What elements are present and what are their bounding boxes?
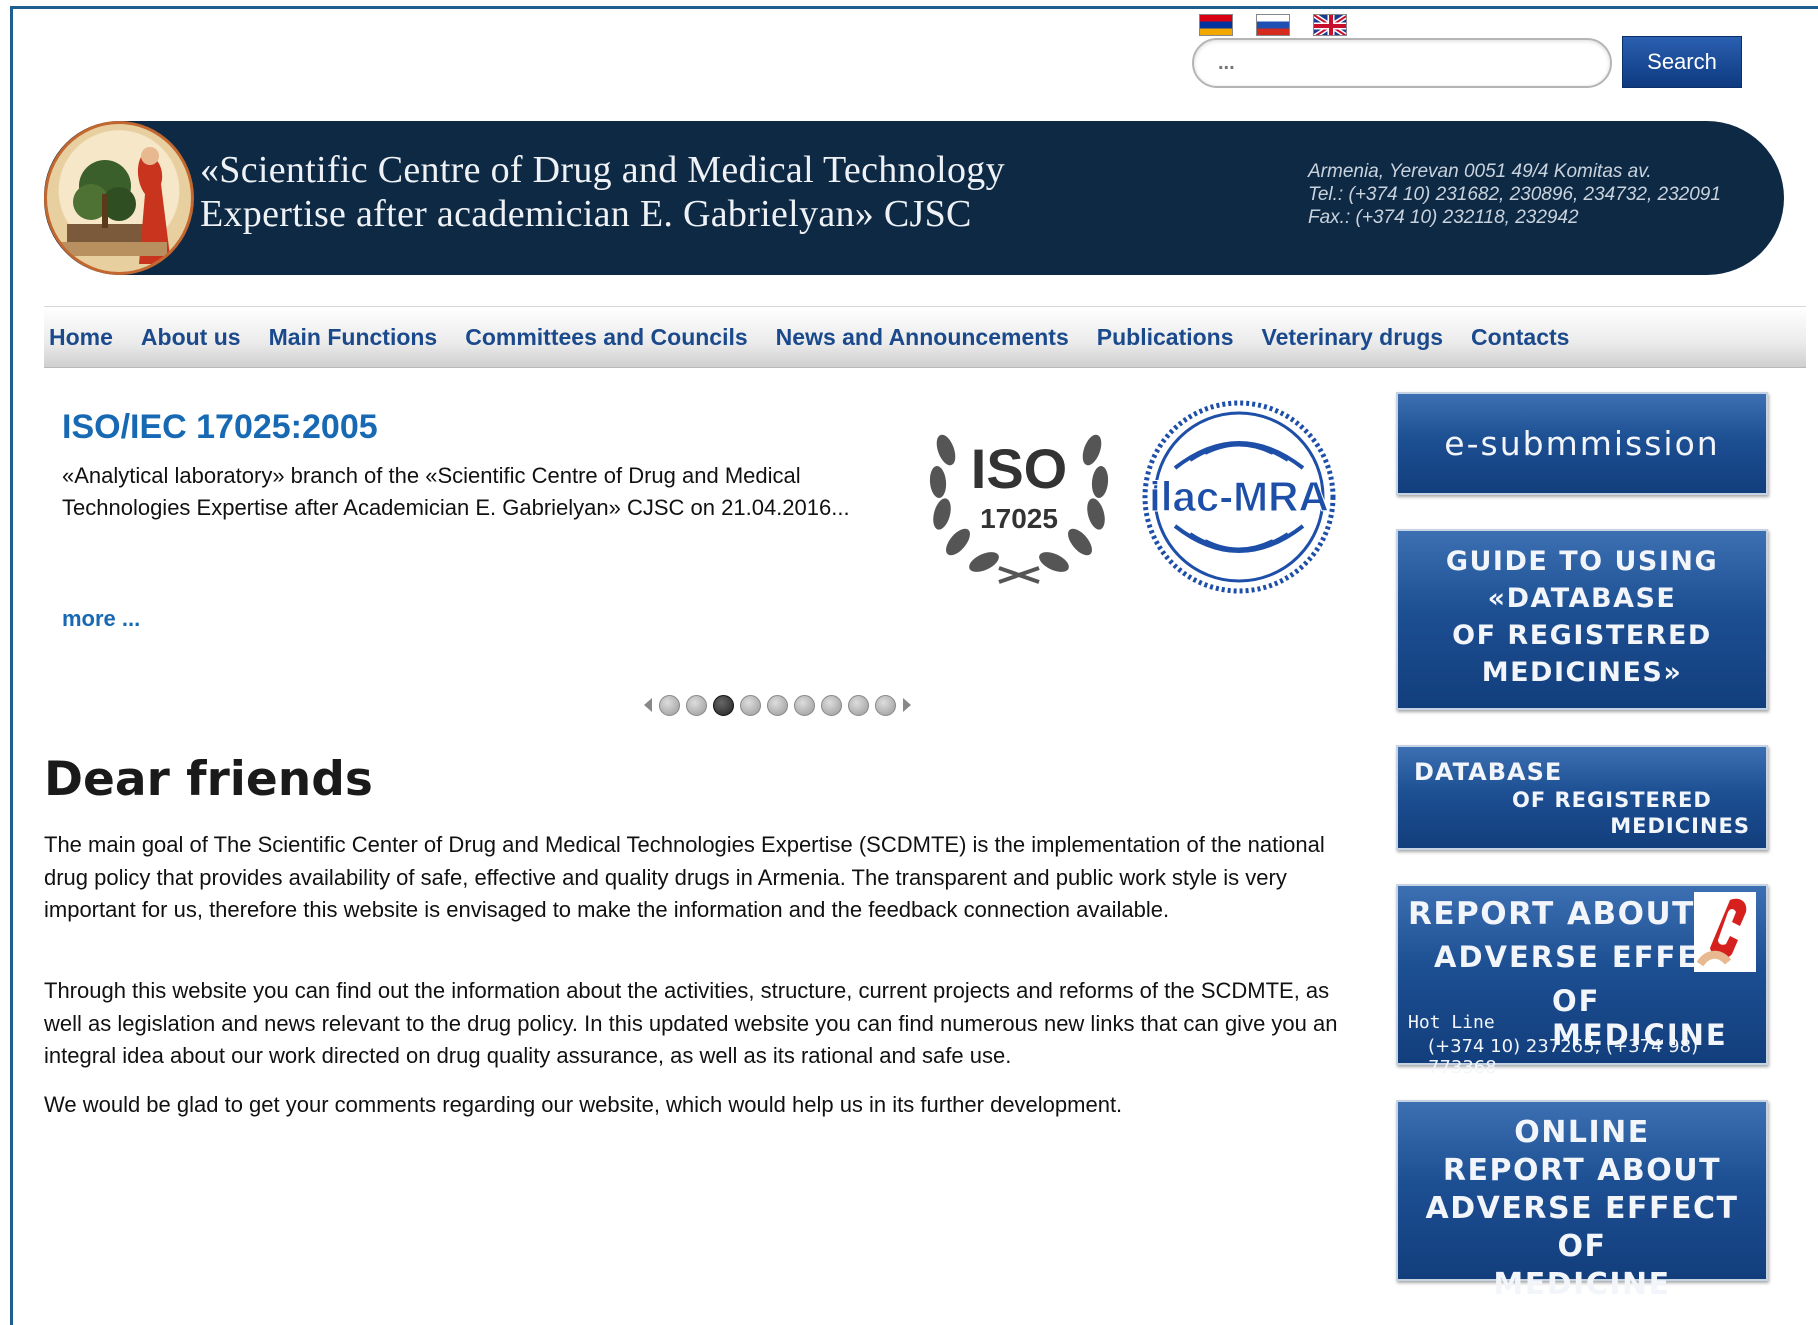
nav-item-home[interactable]: Home [49,324,113,351]
title-line-1: «Scientific Centre of Drug and Medical T… [200,149,1005,191]
tel-text: Tel.: (+374 10) 231682, 230896, 234732, … [1308,184,1721,205]
intro-paragraph-1: The main goal of The Scientific Center o… [44,832,1325,922]
slider-next-icon[interactable] [903,698,911,712]
online-line-3: ADVERSE EFFECT OF [1425,1191,1739,1264]
online-line-1: ONLINE [1514,1115,1650,1150]
contact-info: Armenia, Yerevan 0051 49/4 Komitas av. T… [1308,160,1721,229]
fax-text: Fax.: (+374 10) 232118, 232942 [1308,207,1579,228]
database-line-1: DATABASE [1414,758,1563,786]
hotline-numbers: (+374 10) 237265, (+374 98) 773368 [1428,1036,1699,1078]
guide-line-4: MEDICINES» [1481,657,1683,688]
iso-text: ISO [971,437,1067,500]
slider-dot-active[interactable] [713,694,734,716]
organization-title: «Scientific Centre of Drug and Medical T… [200,148,1005,236]
address-text: Armenia, Yerevan 0051 49/4 Komitas av. [1308,161,1652,182]
intro-paragraph-3: We would be glad to get your comments re… [44,1092,1123,1117]
title-line-2: Expertise after academician E. Gabrielya… [200,193,972,235]
search-input[interactable] [1192,38,1612,88]
phone-icon [1694,892,1756,972]
report-adverse-effect-button[interactable]: REPORT ABOUT ADVERSE EFFECT OF MEDICINE … [1396,884,1768,1078]
nav-item-veterinary-drugs[interactable]: Veterinary drugs [1262,324,1444,351]
slider-dot[interactable] [848,694,869,716]
intro-paragraph-2: Through this website you can find out th… [44,978,1338,1068]
main-heading: Dear friends [44,752,373,807]
iso-logo: ISO 17025 [929,434,1109,584]
guide-database-button[interactable]: GUIDE TO USING «DATABASE OF REGISTERED M… [1396,529,1768,710]
featured-title[interactable]: ISO/IEC 17025:2005 [62,408,378,447]
featured-text: «Analytical laboratory» branch of the «S… [62,463,850,520]
nav-item-publications[interactable]: Publications [1097,324,1234,351]
database-registered-medicines-button[interactable]: DATABASE OF REGISTERED MEDICINES [1396,745,1768,850]
database-line-3: MEDICINES [1610,814,1750,838]
guide-line-1: GUIDE TO USING [1445,546,1719,577]
nav-item-contacts[interactable]: Contacts [1471,324,1569,351]
online-line-2: REPORT ABOUT [1442,1153,1722,1188]
organization-logo[interactable] [44,121,194,275]
e-submission-label: e-submmission [1444,424,1720,463]
report-line-1: REPORT ABOUT [1408,896,1695,932]
english-flag-icon[interactable] [1313,14,1347,36]
nav-item-about-us[interactable]: About us [141,324,241,351]
slider-dot[interactable] [794,694,815,716]
search-button[interactable]: Search [1622,36,1742,88]
iso-number-text: 17025 [980,503,1058,534]
slider-pagination [644,693,911,717]
slider-dot[interactable] [821,694,842,716]
ilac-text: ilac-MRA [1149,473,1329,520]
guide-line-3: OF REGISTERED [1452,620,1712,651]
online-line-4: MEDICINE [1493,1267,1671,1302]
armenian-flag-icon[interactable] [1199,14,1233,36]
slider-dot[interactable] [740,694,761,716]
russian-flag-icon[interactable] [1256,14,1290,36]
nav-item-main-functions[interactable]: Main Functions [269,324,438,351]
more-link[interactable]: more ... [62,606,140,632]
online-report-button[interactable]: ONLINE REPORT ABOUT ADVERSE EFFECT OF ME… [1396,1100,1768,1302]
nav-item-committees[interactable]: Committees and Councils [465,324,747,351]
slider-dot[interactable] [686,694,707,716]
slider-dot[interactable] [659,694,680,716]
slider-dot[interactable] [875,694,896,716]
slider-dot[interactable] [767,694,788,716]
hotline-label: Hot Line [1408,1012,1495,1033]
slider-prev-icon[interactable] [644,698,652,712]
e-submission-button[interactable]: e-submmission [1396,392,1768,495]
main-nav: Home About us Main Functions Committees … [44,306,1806,368]
database-line-2: OF REGISTERED [1512,788,1712,812]
nav-item-news[interactable]: News and Announcements [776,324,1069,351]
ilac-mra-logo: ilac-MRA [1142,400,1336,594]
guide-line-2: «DATABASE [1487,583,1677,614]
